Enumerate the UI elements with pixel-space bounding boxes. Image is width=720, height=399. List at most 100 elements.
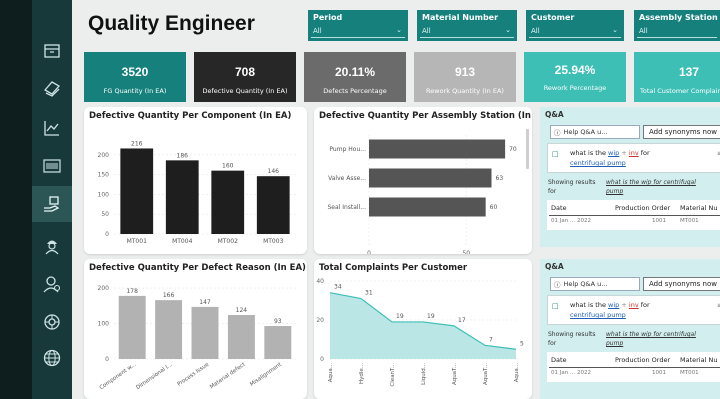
data-label: 160 [222,163,234,170]
question-for: for [640,149,650,157]
chat-icon: □ [552,302,559,310]
bar [191,306,219,359]
nav-worker-icon[interactable] [32,228,72,264]
qa-showing-query[interactable]: what is the wip for centrifugal pump [606,330,706,348]
area-fill [330,292,516,359]
question-term-inv: inv [628,301,639,309]
slicer-dropdown[interactable]: All ⌄ [311,26,405,38]
data-label: 17 [458,317,466,324]
x-tick-label: Process Issue [177,361,211,387]
table-divider [549,367,720,368]
qa-showing-query[interactable]: what is the wip for centrifugal pump [606,178,706,196]
x-tick-label: 50 [462,250,470,254]
y-tick-label: 200 [98,152,110,159]
slicer-assembly-station[interactable]: Assembly Station All [634,10,720,41]
col-date: Date [551,204,567,212]
power-bi-report: Quality Engineer Period All ⌄ Material Nu… [0,0,720,399]
layers-icon [43,81,61,97]
kpi-label: Total Customer Complaints [640,87,720,95]
bar [165,160,199,234]
table-divider [549,215,720,216]
slicer-material-number[interactable]: Material Number All ⌄ [417,10,517,41]
bar [369,197,486,217]
add-synonyms-button[interactable]: Add synonyms now [643,277,720,291]
x-tick-label: MT001 [127,238,147,245]
qa-help-label: Help Q&A u... [563,128,608,136]
cell-material: MT001 [680,218,699,224]
question-subject: centrifugal pump [570,159,626,167]
col-date: Date [551,356,567,364]
data-label: 63 [496,175,504,182]
data-label: 34 [334,284,342,291]
x-tick-label: MT004 [172,238,192,245]
nav-target-icon[interactable] [32,304,72,340]
slicer-customer[interactable]: Customer All ⌄ [526,10,624,41]
slicer-dropdown[interactable]: All ⌄ [420,26,514,38]
question-for: for [640,301,650,309]
nav-line-chart-icon[interactable] [32,110,72,146]
question-prefix: what is the [570,149,606,157]
qa-question-input[interactable]: □ what is the wip + inv for centrifugal … [547,295,720,325]
slicer-dropdown[interactable]: All [637,26,717,38]
qa-panel-bottom: Q&A ⓘ Help Q&A u... Add synonyms now □ wh… [540,259,720,399]
qa-result-table: Date Production Order Material Nu 01 Jan… [547,200,720,230]
col-material: Material Nu [680,356,718,364]
assembly-station-bar-chart: 0 50 70 Pump Hou... 63 Valve Asse... 60 Seal In… [327,129,529,254]
data-label: 7 [489,336,493,343]
chart-card-assembly-station: Defective Quantity Per Assembly Station … [314,107,532,254]
slicer-value: All [639,27,648,35]
add-synonyms-button[interactable]: Add synonyms now [643,125,720,139]
bar [211,170,245,234]
nav-hand-box-icon[interactable] [32,186,72,222]
add-synonyms-label: Add synonyms now [648,128,717,136]
qa-help-button[interactable]: ⓘ Help Q&A u... [550,125,640,139]
hand-box-icon [44,196,60,212]
x-tick-label: Dimensional I... [135,362,174,392]
bar [227,315,255,359]
qa-question-input[interactable]: □ what is the wip + inv for centrifugal … [547,143,720,173]
data-label: 124 [236,307,248,314]
kpi-card-rework-quantity: 913 Rework Quantity (In EA) [414,52,516,102]
kpi-value: 3520 [121,65,149,79]
bar [369,139,506,159]
kpi-label: Rework Quantity (In EA) [426,87,504,95]
target-icon [44,314,60,330]
slicer-dropdown[interactable]: All ⌄ [529,26,621,38]
x-tick-label: Component w... [99,362,138,392]
slicer-label: Assembly Station [639,13,718,22]
x-tick-label: 0 [367,250,371,254]
nav-globe-icon[interactable] [32,340,72,376]
cell-order: 1001 [652,218,666,224]
kpi-card-fg-quantity: 3520 FG Quantity (In EA) [84,52,186,102]
nav-engineer-icon[interactable] [32,266,72,302]
y-tick-label: 100 [98,321,110,328]
nav-box-icon[interactable] [32,32,72,68]
app-left-bar [0,0,32,399]
x-tick-label: AquaT... [452,363,458,385]
question-subject: centrifugal pump [570,311,626,319]
engineer-icon [43,276,61,293]
qa-title: Q&A [545,262,564,271]
data-label: 5 [520,340,524,347]
y-tick-label: 20 [316,317,324,324]
slicer-period[interactable]: Period All ⌄ [308,10,408,41]
slicer-label: Customer [531,13,575,22]
y-tick-label: 0 [105,356,109,363]
data-label: 93 [274,318,282,325]
scrollbar [526,129,529,169]
chat-icon: □ [552,150,559,158]
data-label: 19 [396,313,404,320]
bar [264,326,292,359]
defect-reason-bar-chart: 0 100 200 178 Component w... 166 Dimensional I… [98,285,296,392]
qa-question-text: what is the wip + inv for centrifugal pu… [570,300,680,320]
slicer-label: Material Number [422,13,499,22]
line-chart-icon [44,121,59,136]
x-tick-label: Liquid... [421,363,427,385]
data-label: 178 [126,288,138,295]
box-icon [44,44,60,58]
bar [118,295,146,359]
nav-layers-icon[interactable] [32,70,72,106]
barcode-icon [43,159,61,173]
qa-help-button[interactable]: ⓘ Help Q&A u... [550,277,640,291]
nav-barcode-icon[interactable] [32,148,72,184]
